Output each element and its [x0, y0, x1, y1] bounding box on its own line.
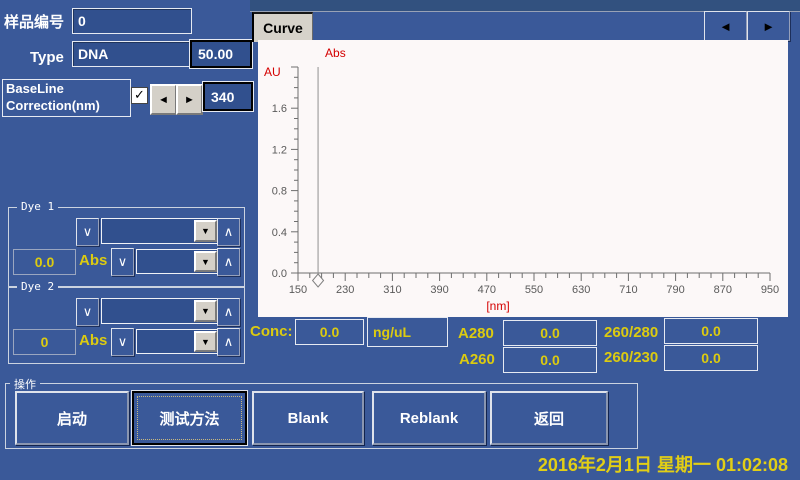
svg-text:390: 390: [430, 284, 448, 296]
baseline-correction-label: BaseLine Correction(nm): [2, 79, 131, 117]
dye2-title: Dye 2: [17, 280, 58, 293]
dye1-abs-label: Abs: [79, 252, 107, 269]
chevron-down-icon: ∨: [83, 304, 93, 320]
operations-title: 操作: [10, 376, 40, 392]
dye1-mode-up-button[interactable]: ∧: [217, 248, 240, 276]
blank-button[interactable]: Blank: [252, 391, 364, 445]
chevron-up-icon: ∧: [224, 334, 234, 350]
left-arrow-icon: ◄: [719, 19, 732, 34]
dye2-abs-value: 0: [13, 329, 76, 355]
a280-value-field: 0.0: [503, 320, 597, 346]
dye1-mode-select[interactable]: ▼: [136, 249, 219, 274]
check-icon: ✓: [134, 87, 145, 102]
baseline-increment-button[interactable]: ►: [176, 84, 203, 115]
conc-label: Conc:: [250, 323, 293, 340]
right-arrow-icon: ►: [184, 94, 195, 106]
spectrophotometer-screen: 样品编号 0 Type DNA 50.00 BaseLine Correctio…: [0, 0, 800, 480]
dropdown-arrow-icon[interactable]: ▼: [194, 251, 217, 272]
svg-text:870: 870: [714, 284, 732, 296]
tab-curve[interactable]: Curve: [252, 12, 313, 42]
svg-text:550: 550: [525, 284, 543, 296]
a260-label: A260: [459, 351, 495, 368]
svg-text:Abs: Abs: [325, 46, 346, 60]
dye1-title: Dye 1: [17, 200, 58, 213]
chevron-down-icon: ∨: [118, 334, 128, 350]
ratio-260-230-value-field: 0.0: [664, 345, 758, 371]
svg-text:0.4: 0.4: [272, 227, 287, 239]
chevron-up-icon: ∧: [224, 224, 234, 240]
dropdown-arrow-icon[interactable]: ▼: [194, 220, 217, 242]
datetime-label: 2016年2月1日 星期一 01:02:08: [420, 451, 788, 477]
factor-field[interactable]: 50.00: [190, 40, 252, 68]
prev-page-button[interactable]: ◄: [704, 11, 747, 41]
svg-text:1.6: 1.6: [272, 103, 287, 115]
type-label: Type: [30, 49, 64, 66]
baseline-checkbox[interactable]: ✓: [131, 87, 148, 104]
svg-text:[nm]: [nm]: [486, 299, 509, 313]
dye2-mode-down-button[interactable]: ∨: [111, 328, 134, 356]
dropdown-arrow-icon[interactable]: ▼: [194, 331, 217, 352]
reblank-button[interactable]: Reblank: [372, 391, 486, 445]
conc-unit-box: ng/uL: [367, 317, 448, 347]
chevron-down-icon: ∨: [83, 224, 93, 240]
start-button[interactable]: 启动: [15, 391, 129, 445]
dye2-wavelength-select[interactable]: ▼: [101, 298, 219, 324]
dye1-abs-value: 0.0: [13, 249, 76, 275]
svg-text:310: 310: [383, 284, 401, 296]
test-method-button[interactable]: 测试方法: [132, 391, 247, 445]
spectrum-chart: 0.0 0.4 0.8 1.2 1.6 150 230 310 390 470 550 630 710 7…: [258, 40, 788, 317]
svg-text:0.8: 0.8: [272, 186, 287, 198]
chevron-up-icon: ∧: [224, 304, 234, 320]
svg-text:630: 630: [572, 284, 590, 296]
dye2-mode-select[interactable]: ▼: [136, 329, 219, 354]
dye1-select-up-button[interactable]: ∧: [217, 218, 240, 246]
svg-text:710: 710: [619, 284, 637, 296]
a260-value-field: 0.0: [503, 347, 597, 373]
ratio-260-280-value-field: 0.0: [664, 318, 758, 344]
baseline-decrement-button[interactable]: ◄: [150, 84, 177, 115]
svg-text:790: 790: [666, 284, 684, 296]
dye1-wavelength-select[interactable]: ▼: [101, 218, 219, 244]
ratio-260-230-label: 260/230: [604, 349, 658, 366]
svg-text:150: 150: [289, 284, 307, 296]
chart-panel: 0.0 0.4 0.8 1.2 1.6 150 230 310 390 470 550 630 710 7…: [258, 40, 788, 317]
sample-number-field[interactable]: 0: [72, 8, 192, 34]
return-button[interactable]: 返回: [490, 391, 608, 445]
svg-text:470: 470: [478, 284, 496, 296]
chevron-down-icon: ∨: [118, 254, 128, 270]
sample-number-label: 样品编号: [4, 11, 64, 32]
dye2-abs-label: Abs: [79, 332, 107, 349]
conc-value-field: 0.0: [295, 319, 364, 345]
dropdown-arrow-icon[interactable]: ▼: [194, 300, 217, 322]
type-field[interactable]: DNA: [72, 41, 192, 67]
svg-text:0.0: 0.0: [272, 268, 287, 280]
dye2-select-up-button[interactable]: ∧: [217, 298, 240, 326]
dye2-select-down-button[interactable]: ∨: [76, 298, 99, 326]
dye1-select-down-button[interactable]: ∨: [76, 218, 99, 246]
svg-text:230: 230: [336, 284, 354, 296]
right-arrow-icon: ►: [762, 19, 775, 34]
svg-text:950: 950: [761, 284, 779, 296]
next-page-button[interactable]: ►: [747, 11, 790, 41]
ratio-260-280-label: 260/280: [604, 324, 658, 341]
dye2-mode-up-button[interactable]: ∧: [217, 328, 240, 356]
svg-text:1.2: 1.2: [272, 144, 287, 156]
baseline-wavelength-field[interactable]: 340: [203, 82, 253, 111]
svg-text:AU: AU: [264, 65, 281, 79]
chevron-up-icon: ∧: [224, 254, 234, 270]
a280-label: A280: [458, 325, 494, 342]
left-arrow-icon: ◄: [158, 94, 169, 106]
dye1-mode-down-button[interactable]: ∨: [111, 248, 134, 276]
